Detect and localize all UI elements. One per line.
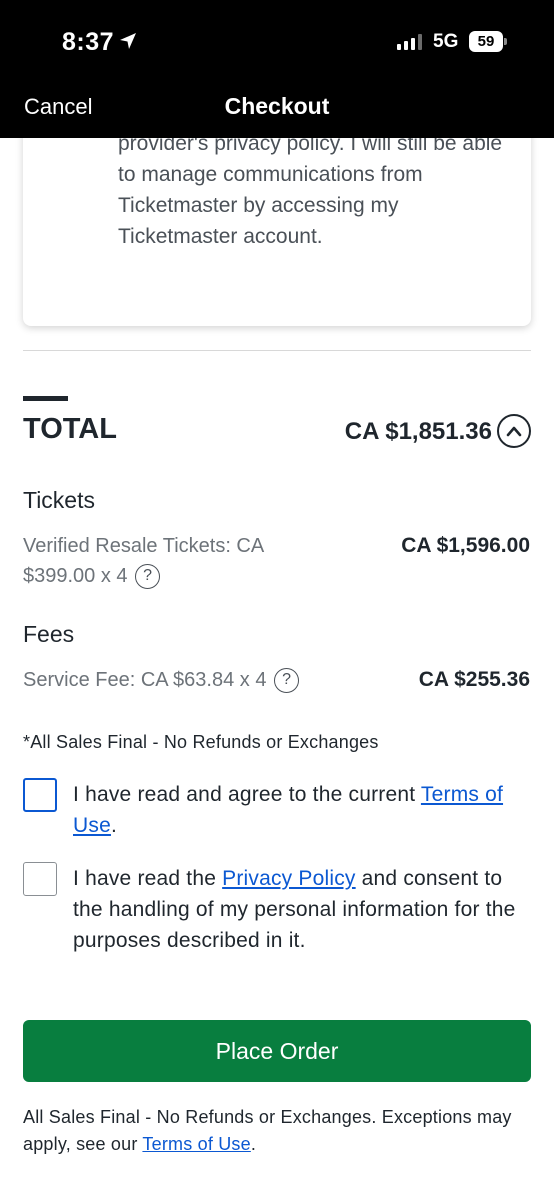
fees-heading: Fees xyxy=(23,621,75,647)
page-title: Checkout xyxy=(224,93,330,119)
terms-checkbox[interactable] xyxy=(23,778,57,812)
sales-final-note: *All Sales Final - No Refunds or Exchang… xyxy=(23,732,379,752)
privacy-consent-label: I have read the xyxy=(73,867,223,890)
chevron-up-icon xyxy=(506,426,522,437)
terms-consent-text: I have read and agree to the current Ter… xyxy=(73,779,533,841)
consent-card-text: provider's privacy policy. I will still … xyxy=(118,132,503,248)
location-arrow-icon xyxy=(120,33,136,49)
terms-consent-label: I have read and agree to the current xyxy=(73,783,421,806)
network-label: 5G xyxy=(433,31,459,52)
fees-amount: CA $255.36 xyxy=(418,668,530,691)
fees-description-text: Service Fee: CA $63.84 x 4 xyxy=(23,669,267,691)
footer-terms-link[interactable]: Terms of Use xyxy=(142,1134,250,1154)
place-order-button[interactable]: Place Order xyxy=(23,1020,531,1082)
battery-icon: 59 xyxy=(469,31,507,52)
footer-note-end: . xyxy=(250,1134,257,1154)
section-divider xyxy=(23,350,531,351)
tickets-amount: CA $1,596.00 xyxy=(401,534,530,557)
total-label: TOTAL xyxy=(23,413,117,445)
signal-icon xyxy=(397,34,422,50)
footer-note-text: All Sales Final - No Refunds or Exchange… xyxy=(23,1107,512,1154)
help-icon[interactable]: ? xyxy=(274,668,300,693)
total-amount: CA $1,851.36 xyxy=(344,418,492,445)
tickets-heading: Tickets xyxy=(23,487,95,513)
battery-level: 59 xyxy=(469,31,503,52)
privacy-checkbox[interactable] xyxy=(23,862,57,896)
top-bar: 8:37 5G 59 Cancel Checkout xyxy=(0,0,554,138)
collapse-summary-button[interactable] xyxy=(497,414,531,448)
footer-note: All Sales Final - No Refunds or Exchange… xyxy=(23,1104,531,1158)
privacy-policy-link[interactable]: Privacy Policy xyxy=(222,867,356,890)
total-accent-bar xyxy=(23,396,68,401)
status-time: 8:37 xyxy=(62,28,115,56)
terms-consent-end: . xyxy=(110,814,117,837)
tickets-description: Verified Resale Tickets: CA $399.00 x 4 … xyxy=(23,531,323,591)
fees-description: Service Fee: CA $63.84 x 4 ? xyxy=(23,665,363,695)
privacy-consent-text: I have read the Privacy Policy and conse… xyxy=(73,863,533,956)
help-icon[interactable]: ? xyxy=(135,564,161,589)
battery-tip xyxy=(504,38,507,45)
